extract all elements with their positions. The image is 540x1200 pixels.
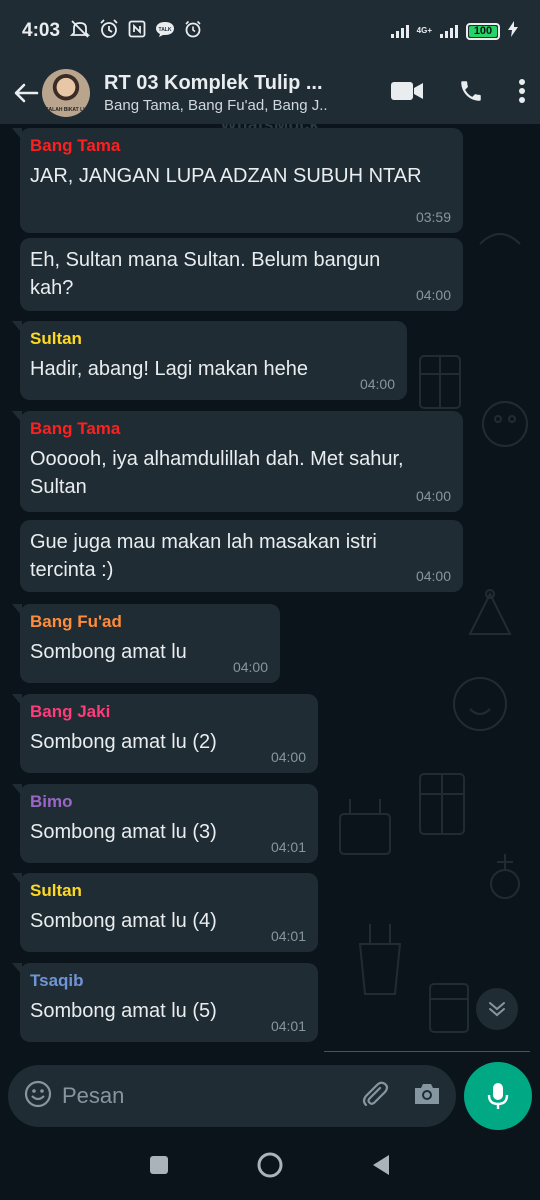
message-bubble[interactable]: Bimo Sombong amat lu (3) 04:01: [12, 784, 318, 863]
screen: 4:03 TALK 4G+ 100 SALAH BIKAT LK RT 03 K…: [0, 0, 540, 1200]
chat-info[interactable]: RT 03 Komplek Tulip ... Bang Tama, Bang …: [104, 72, 354, 114]
message-time: 04:01: [270, 1018, 306, 1034]
clock-icon: [184, 20, 202, 43]
battery-icon: 100: [466, 22, 500, 40]
message-bubble[interactable]: Bang Tama JAR, JANGAN LUPA ADZAN SUBUH N…: [12, 128, 463, 233]
home-icon: [257, 1152, 283, 1177]
emoji-icon: [24, 1080, 52, 1107]
message-bubble[interactable]: Bang Fu'ad Sombong amat lu 04:00: [12, 604, 280, 683]
message-input[interactable]: [62, 1083, 360, 1109]
message-bubble[interactable]: Tsaqib Sombong amat lu (5) 04:01: [12, 963, 318, 1042]
message-bubble[interactable]: Sultan Sombong amat lu (4) 04:01: [12, 873, 318, 952]
back-nav-button[interactable]: [371, 1154, 391, 1181]
signal-icon: [390, 24, 409, 38]
message-text: Sombong amat lu (3): [30, 821, 217, 843]
status-bar: 4:03 TALK 4G+ 100: [0, 0, 540, 62]
message-text: Sombong amat lu (4): [30, 910, 217, 932]
chat-title: RT 03 Komplek Tulip ...: [104, 72, 323, 94]
message-input-container: [8, 1065, 456, 1127]
video-call-button[interactable]: [390, 80, 424, 107]
message-time: 04:00: [359, 376, 395, 392]
svg-text:TALK: TALK: [159, 27, 172, 33]
attach-icon: [362, 1081, 389, 1106]
message-sender: Sultan: [30, 881, 82, 900]
message-sender: Bang Jaki: [30, 702, 111, 721]
message-time: 04:00: [415, 287, 451, 303]
charging-icon: [508, 20, 518, 42]
input-bar: [0, 1058, 540, 1134]
message-text: Oooooh, iya alhamdulillah dah. Met sahur…: [30, 448, 404, 498]
message-sender: Sultan: [30, 329, 82, 348]
video-call-icon: [391, 81, 423, 100]
message-time: 04:00: [270, 749, 306, 765]
chat-header: SALAH BIKAT LK RT 03 Komplek Tulip ... B…: [0, 62, 540, 124]
mic-button[interactable]: [464, 1062, 532, 1130]
message-sender: Bang Tama: [30, 419, 121, 438]
double-chevron-down-icon: [489, 1002, 505, 1017]
message-time: 03:59: [415, 209, 451, 225]
message-bubble[interactable]: Bang Tama Oooooh, iya alhamdulillah dah.…: [12, 411, 463, 512]
message-bubble[interactable]: Sultan Hadir, abang! Lagi makan hehe 04:…: [12, 321, 407, 400]
message-text: Sombong amat lu (2): [30, 731, 217, 753]
scroll-to-bottom-button[interactable]: [476, 988, 518, 1030]
attach-button[interactable]: [360, 1079, 390, 1114]
message-time: 04:00: [415, 488, 451, 504]
mic-icon: [487, 1083, 509, 1109]
message-time: 04:01: [270, 839, 306, 855]
emoji-button[interactable]: [24, 1080, 52, 1113]
message-text: Gue juga mau makan lah masakan istri ter…: [30, 531, 377, 581]
status-time: 4:03: [22, 20, 61, 41]
more-options-button[interactable]: [518, 78, 526, 109]
mute-icon: [69, 19, 91, 43]
back-arrow-icon: [14, 83, 39, 103]
message-text: Eh, Sultan mana Sultan. Belum bangun kah…: [30, 249, 381, 299]
message-text: Sombong amat lu (5): [30, 1000, 217, 1022]
system-nav-bar: [0, 1134, 540, 1200]
more-vert-icon: [519, 78, 525, 103]
back-triangle-icon: [373, 1154, 390, 1175]
avatar-caption: SALAH BIKAT LK: [45, 107, 87, 113]
message-sender: Bang Tama: [30, 136, 121, 155]
chat-participants: Bang Tama, Bang Fu'ad, Bang J..: [104, 97, 328, 114]
message-text: JAR, JANGAN LUPA ADZAN SUBUH NTAR: [30, 165, 422, 187]
message-time: 04:00: [415, 568, 451, 584]
home-button[interactable]: [256, 1151, 284, 1184]
talk-icon: TALK: [155, 20, 175, 43]
group-avatar[interactable]: SALAH BIKAT LK: [42, 69, 90, 117]
signal-icon-2: [440, 24, 458, 38]
battery-text: 100: [473, 25, 493, 37]
message-sender: Bimo: [30, 792, 73, 811]
recents-icon: [149, 1155, 168, 1174]
message-bubble[interactable]: Gue juga mau makan lah masakan istri ter…: [20, 520, 463, 592]
recents-button[interactable]: [149, 1155, 169, 1180]
camera-button[interactable]: [412, 1081, 442, 1112]
message-bubble[interactable]: Bang Jaki Sombong amat lu (2) 04:00: [12, 694, 318, 773]
voice-call-button[interactable]: [458, 78, 484, 109]
network-label: 4G+: [416, 26, 432, 35]
message-sender: Tsaqib: [30, 971, 84, 990]
camera-icon: [415, 1083, 439, 1104]
message-sender: Bang Fu'ad: [30, 612, 122, 631]
alarm-icon: [99, 18, 119, 44]
message-time: 04:01: [270, 928, 306, 944]
phone-icon: [461, 80, 481, 101]
message-time: 04:00: [232, 659, 268, 675]
message-text: Hadir, abang! Lagi makan hehe: [30, 358, 308, 380]
message-bubble[interactable]: Eh, Sultan mana Sultan. Belum bangun kah…: [20, 238, 463, 311]
back-button[interactable]: [8, 82, 44, 104]
nfc-icon: [128, 20, 146, 43]
chat-area[interactable]: WhatsMock Bang Tama JAR, JANGAN LUPA ADZ…: [0, 124, 540, 1058]
divider-line: [324, 1051, 530, 1052]
